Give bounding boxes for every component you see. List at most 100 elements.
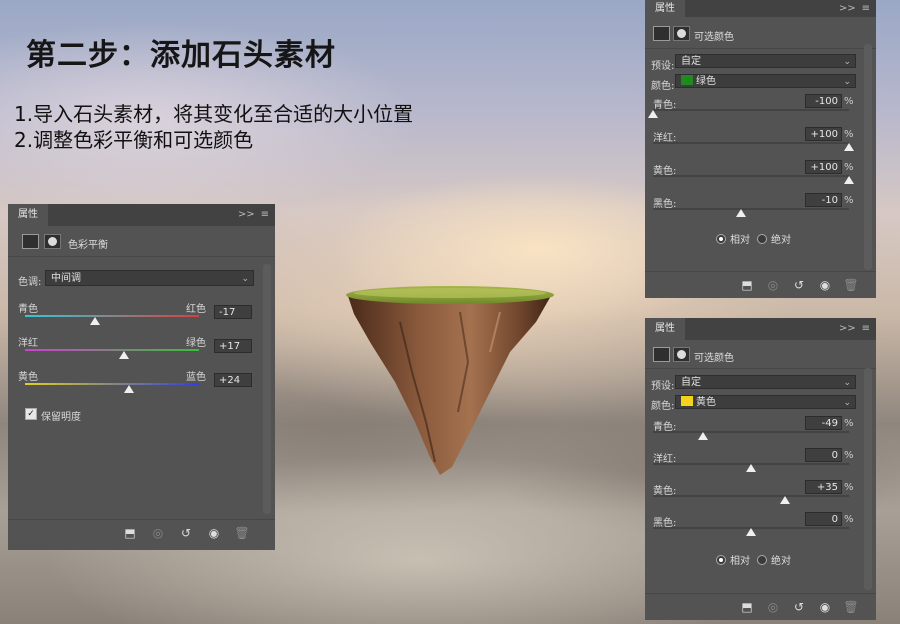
absolute-radio[interactable]: 绝对 [757,231,791,246]
delete-trash-icon[interactable]: 🗑 [843,599,859,615]
slider-value-field[interactable]: 0 [805,448,842,462]
slider-value-field[interactable]: -100 [805,94,842,108]
collapse-icon[interactable]: >> [839,323,856,334]
visibility-eye-icon[interactable]: ◉ [206,525,222,541]
chevron-down-icon: ⌄ [843,77,851,87]
slider-thumb[interactable] [119,351,130,359]
layer-mask-icon[interactable] [673,26,690,41]
slider-thumb[interactable] [746,464,756,472]
slider-value-field[interactable]: +100 [805,160,842,174]
slider-thumb[interactable] [89,317,100,325]
slider-thumb[interactable] [124,385,135,393]
radio-unselected-icon [757,555,767,565]
percent-sign: % [844,129,854,140]
slider-track[interactable] [653,175,849,177]
tone-label: 色调: [18,277,42,288]
collapse-icon[interactable]: >> [238,209,255,220]
clip-to-layer-icon[interactable]: ⬒ [739,599,755,615]
colors-dropdown[interactable]: 绿色 ⌄ [675,74,856,88]
reset-icon[interactable]: ↺ [178,525,194,541]
slider-track[interactable] [25,349,199,351]
slider-value-field[interactable]: 0 [805,512,842,526]
view-previous-icon[interactable]: ◎ [150,525,166,541]
slider-track[interactable] [653,208,849,210]
slider-value-field[interactable]: +17 [214,339,252,353]
adjustment-title: 可选颜色 [694,32,734,43]
tone-dropdown[interactable]: 中间调 ⌄ [45,270,254,286]
preset-label: 预设: [651,61,675,72]
color-swatch [681,396,693,406]
colors-value: 黄色 [696,397,716,408]
layer-mask-icon[interactable] [673,347,690,362]
slider-left-label: 青色 [18,304,38,315]
view-previous-icon[interactable]: ◎ [765,277,781,293]
slider-track[interactable] [653,109,849,111]
reset-icon[interactable]: ↺ [791,599,807,615]
slider-thumb[interactable] [746,528,756,536]
preserve-luminosity-checkbox[interactable]: ✓ [25,408,37,420]
visibility-eye-icon[interactable]: ◉ [817,277,833,293]
visibility-eye-icon[interactable]: ◉ [817,599,833,615]
panel-scrollbar[interactable] [864,44,872,270]
radio-unselected-icon [757,234,767,244]
panel-header: 可选颜色 [645,17,876,49]
clip-to-layer-icon[interactable]: ⬒ [739,277,755,293]
slider-track[interactable] [25,383,199,385]
slider-value-field[interactable]: -17 [214,305,252,319]
panel-footer: ⬒ ◎ ↺ ◉ 🗑 [8,519,275,550]
slider-track[interactable] [25,315,199,317]
slider-thumb[interactable] [844,176,854,184]
preset-value: 自定 [681,377,701,388]
tab-properties[interactable]: 属性 [8,204,48,226]
panel-tab-bar: 属性 >> ≡ [645,318,876,340]
step-1: 1.导入石头素材，将其变化至合适的大小位置 [14,102,414,126]
slider-right-label: 绿色 [186,338,206,349]
percent-sign: % [844,482,854,493]
reset-icon[interactable]: ↺ [791,277,807,293]
preset-dropdown[interactable]: 自定 ⌄ [675,375,856,389]
delete-trash-icon[interactable]: 🗑 [234,525,250,541]
panel-scrollbar[interactable] [864,368,872,590]
slider-track[interactable] [653,495,849,497]
slider-thumb[interactable] [780,496,791,504]
panel-tab-bar: 属性 >> ≡ [645,0,876,17]
preserve-luminosity-label: 保留明度 [41,412,81,423]
relative-label: 相对 [730,556,750,567]
view-previous-icon[interactable]: ◎ [765,599,781,615]
preset-label: 预设: [651,381,675,392]
panel-footer: ⬒ ◎ ↺ ◉ 🗑 [645,271,876,298]
slider-thumb[interactable] [844,143,854,151]
selective-color-icon [653,26,670,41]
colors-dropdown[interactable]: 黄色 ⌄ [675,395,856,409]
delete-trash-icon[interactable]: 🗑 [843,277,859,293]
percent-sign: % [844,514,854,525]
slider-value-field[interactable]: -10 [805,193,842,207]
panel-menu-icon[interactable]: ≡ [261,209,269,220]
slider-track[interactable] [653,431,849,433]
absolute-radio[interactable]: 绝对 [757,552,791,567]
absolute-label: 绝对 [771,556,791,567]
slider-value-field[interactable]: +24 [214,373,252,387]
panel-footer: ⬒ ◎ ↺ ◉ 🗑 [645,593,876,620]
slider-track[interactable] [653,142,849,144]
relative-radio[interactable]: 相对 [716,231,750,246]
slider-value-field[interactable]: +35 [805,480,842,494]
colors-label: 颜色: [651,81,675,92]
panel-menu-icon[interactable]: ≡ [862,3,870,14]
slider-thumb[interactable] [736,209,747,217]
slider-thumb[interactable] [648,110,658,118]
slider-value-field[interactable]: -49 [805,416,842,430]
preset-dropdown[interactable]: 自定 ⌄ [675,54,856,68]
panel-scrollbar[interactable] [263,264,271,514]
layer-mask-icon[interactable] [44,234,61,249]
color-balance-properties-panel: 属性 >> ≡ 色彩平衡 色调: 中间调 ⌄ 青色 红色 -17 洋红 绿色 +17 黄色 蓝色… [8,204,275,550]
slider-value-field[interactable]: +100 [805,127,842,141]
tab-properties[interactable]: 属性 [645,318,685,340]
collapse-icon[interactable]: >> [839,3,856,14]
color-swatch [681,75,693,85]
tab-properties[interactable]: 属性 [645,0,685,17]
panel-menu-icon[interactable]: ≡ [862,323,870,334]
clip-to-layer-icon[interactable]: ⬒ [122,525,138,541]
slider-thumb[interactable] [697,432,708,440]
relative-radio[interactable]: 相对 [716,552,750,567]
